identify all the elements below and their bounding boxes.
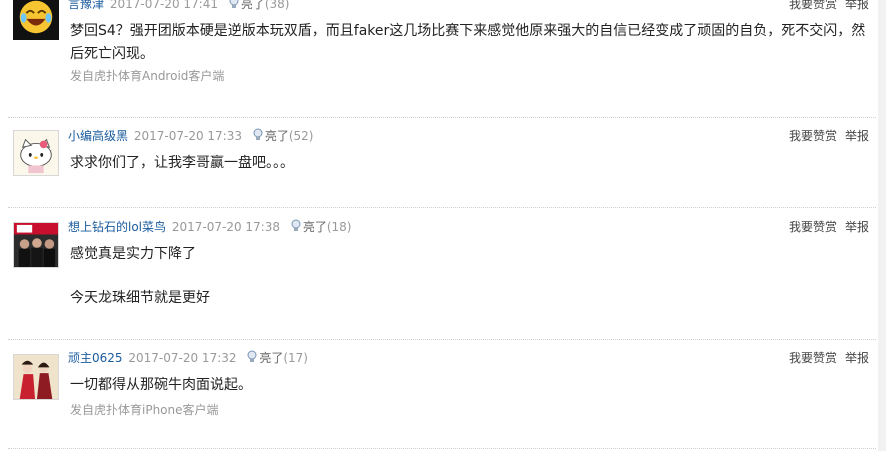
comment-actions: 我要赞赏 举报 (781, 127, 869, 145)
comment-actions: 我要赞赏 举报 (781, 349, 869, 367)
page-scrollbar[interactable] (878, 0, 886, 451)
username-link[interactable]: 想上钻石的lol菜鸟 (68, 220, 166, 234)
light-button[interactable]: 亮了(18) (290, 219, 352, 234)
comment-item: 小编高级黑 2017-07-20 17:33 亮了(52) 我要赞赏 举报 求求你… (0, 118, 876, 208)
light-count: (18) (326, 220, 352, 234)
reward-link[interactable]: 我要赞赏 (789, 220, 837, 234)
comment-time: 2017-07-20 17:41 (109, 0, 218, 11)
username-link[interactable]: 言豫津 (68, 0, 104, 11)
light-button[interactable]: 亮了(38) (228, 0, 290, 11)
comment-item: 想上钻石的lol菜鸟 2017-07-20 17:38 亮了(18) 我要赞赏举… (0, 208, 876, 340)
comment-body: 感觉真是实力下降了 今天龙珠细节就是更好 (70, 243, 870, 310)
comment-time: 2017-07-20 17:33 (133, 129, 242, 143)
lightbulb-icon (228, 0, 240, 15)
report-link[interactable]: 举报 (845, 129, 869, 143)
lpl-team-photo-avatar[interactable] (13, 222, 59, 268)
comment-divider (8, 448, 876, 449)
reward-link[interactable]: 我要赞赏 (789, 129, 837, 143)
comment-text: 一切都得从那碗牛肉面说起。 (70, 377, 252, 393)
comment-time: 2017-07-20 17:32 (128, 351, 237, 365)
light-count: (17) (283, 351, 308, 365)
comment-body: 一切都得从那碗牛肉面说起。 (70, 374, 870, 397)
lightbulb-icon (290, 219, 302, 238)
comment-meta: 言豫津 2017-07-20 17:41 亮了(38) (68, 0, 289, 13)
username-link[interactable]: 小编高级黑 (68, 129, 128, 143)
comment-actions: 我要赞赏 举报 (781, 0, 869, 13)
light-label: 亮了 (264, 129, 289, 143)
report-link[interactable]: 举报 (845, 351, 869, 365)
light-label: 亮了 (259, 351, 284, 365)
light-button[interactable]: 亮了(17) (246, 350, 308, 365)
report-link[interactable]: 举报 (845, 220, 869, 234)
username-link[interactable]: 顽主0625 (68, 351, 123, 365)
light-label: 亮了 (240, 0, 265, 11)
comment-time: 2017-07-20 17:38 (171, 220, 280, 234)
comment-body: 梦回S4？强开团版本硬是逆版本玩双盾，而且faker这几场比赛下来感觉他原来强大… (70, 20, 870, 66)
lightbulb-icon (252, 128, 264, 147)
comment-actions: 我要赞赏 举报 (781, 218, 869, 236)
light-count: (38) (264, 0, 290, 11)
comment-meta: 想上钻石的lol菜鸟 2017-07-20 17:38 亮了(18) (68, 218, 351, 236)
client-source: 发自虎扑体育Android客户端 (70, 69, 225, 83)
comment-text: 感觉真是实力下降了 (70, 246, 196, 262)
lightbulb-icon (246, 350, 258, 369)
light-label: 亮了 (302, 220, 327, 234)
laughing-emoji-avatar[interactable] (13, 0, 59, 40)
comment-text: 梦回S4？强开团版本硬是逆版本玩双盾，而且faker这几场比赛下来感觉他原来强大… (70, 23, 866, 62)
painting-figures-avatar[interactable] (13, 354, 59, 400)
comment-item: 言豫津 2017-07-20 17:41 亮了(38) 我要赞赏 举报 梦回S4？… (0, 0, 876, 118)
reward-link[interactable]: 我要赞赏 (789, 351, 837, 365)
client-source: 发自虎扑体育iPhone客户端 (70, 403, 219, 417)
light-count: (52) (288, 129, 314, 143)
comment-body: 求求你们了，让我李哥赢一盘吧。。。 (70, 152, 870, 175)
hello-kitty-avatar[interactable] (13, 130, 59, 176)
light-button[interactable]: 亮了(52) (252, 128, 314, 143)
report-link[interactable]: 举报 (845, 0, 869, 11)
comment-meta: 小编高级黑 2017-07-20 17:33 亮了(52) (68, 127, 313, 145)
comment-meta: 顽主0625 2017-07-20 17:32 亮了(17) (68, 349, 308, 367)
comment-item: 顽主0625 2017-07-20 17:32 亮了(17) 我要赞赏 举报 一切… (0, 340, 876, 451)
comment-text: 今天龙珠细节就是更好 (70, 290, 210, 306)
comment-text: 求求你们了，让我李哥赢一盘吧。。。 (70, 155, 294, 171)
reward-link[interactable]: 我要赞赏 (789, 0, 837, 11)
